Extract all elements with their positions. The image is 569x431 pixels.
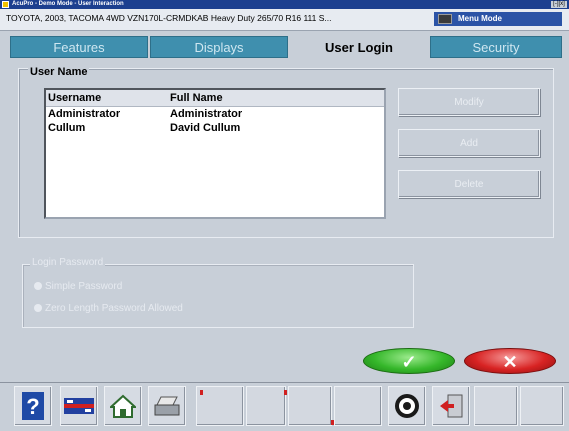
svg-text:?: ? bbox=[26, 394, 39, 419]
toolbar-slot[interactable] bbox=[196, 386, 244, 426]
user-row-username[interactable]: Cullum bbox=[48, 122, 85, 134]
radio-selected-icon bbox=[34, 304, 42, 312]
checkmark-icon: ✓ bbox=[401, 352, 417, 372]
window-title-bar: AcuPro - Demo Mode - User Interaction [-… bbox=[0, 0, 569, 9]
print-button[interactable] bbox=[148, 386, 186, 426]
login-password-group-title: Login Password bbox=[30, 257, 106, 268]
toolbar-slot[interactable] bbox=[520, 386, 564, 426]
login-password-group bbox=[22, 264, 414, 328]
tab-strip: Features Displays User Login Security bbox=[0, 36, 569, 62]
user-row-full-name[interactable]: David Cullum bbox=[170, 122, 240, 134]
toolbar-slot[interactable] bbox=[246, 386, 286, 426]
user-name-group-title: User Name bbox=[28, 66, 90, 78]
vehicle-bar: TOYOTA, 2003, TACOMA 4WD VZN170L-CRMDKAB… bbox=[0, 9, 569, 31]
vehicle-description: TOYOTA, 2003, TACOMA 4WD VZN170L-CRMDKAB… bbox=[6, 13, 332, 23]
simple-password-option[interactable]: Simple Password bbox=[34, 281, 122, 292]
vehicle-specs-icon bbox=[64, 398, 94, 414]
radio-icon bbox=[34, 282, 42, 290]
window-title: AcuPro - Demo Mode - User Interaction bbox=[12, 1, 124, 7]
toolbar-slot[interactable] bbox=[474, 386, 518, 426]
print-icon bbox=[154, 396, 180, 416]
tab-security[interactable]: Security bbox=[430, 36, 562, 58]
modify-button[interactable]: Modify bbox=[398, 88, 540, 116]
compass-icon bbox=[395, 394, 419, 418]
zero-length-password-label: Zero Length Password Allowed bbox=[45, 303, 183, 314]
user-list[interactable]: Username Full Name Administrator Adminis… bbox=[44, 88, 386, 219]
close-icon: ✕ bbox=[502, 352, 518, 372]
add-button[interactable]: Add bbox=[398, 129, 540, 157]
toolbar-marker bbox=[200, 390, 203, 395]
vehicle-specs-button[interactable] bbox=[60, 386, 98, 426]
exit-button[interactable] bbox=[432, 386, 470, 426]
menu-mode-icon bbox=[438, 14, 452, 24]
menu-mode-label: Menu Mode bbox=[458, 14, 502, 23]
toolbar-slot[interactable] bbox=[288, 386, 332, 426]
window-controls[interactable]: [-][x] bbox=[551, 1, 567, 8]
cancel-button[interactable]: ✕ bbox=[464, 348, 556, 374]
toolbar-marker bbox=[284, 390, 287, 395]
home-icon bbox=[110, 394, 136, 418]
user-row-full-name[interactable]: Administrator bbox=[170, 108, 242, 120]
user-row-username[interactable]: Administrator bbox=[48, 108, 120, 120]
menu-mode-indicator[interactable]: Menu Mode bbox=[434, 12, 562, 26]
toolbar-marker bbox=[331, 420, 334, 425]
tab-displays[interactable]: Displays bbox=[150, 36, 288, 58]
help-button[interactable]: ? bbox=[14, 386, 52, 426]
help-icon: ? bbox=[22, 392, 44, 420]
column-header-full-name[interactable]: Full Name bbox=[170, 92, 223, 104]
ok-button[interactable]: ✓ bbox=[363, 348, 455, 374]
simple-password-label: Simple Password bbox=[45, 281, 123, 292]
tab-features[interactable]: Features bbox=[10, 36, 148, 58]
home-button[interactable] bbox=[104, 386, 142, 426]
compass-button[interactable] bbox=[388, 386, 426, 426]
zero-length-password-option[interactable]: Zero Length Password Allowed bbox=[34, 303, 183, 314]
delete-button[interactable]: Delete bbox=[398, 170, 540, 198]
column-header-username[interactable]: Username bbox=[48, 92, 101, 104]
toolbar-slot[interactable] bbox=[334, 386, 382, 426]
exit-icon bbox=[440, 394, 463, 418]
app-icon bbox=[2, 1, 9, 8]
